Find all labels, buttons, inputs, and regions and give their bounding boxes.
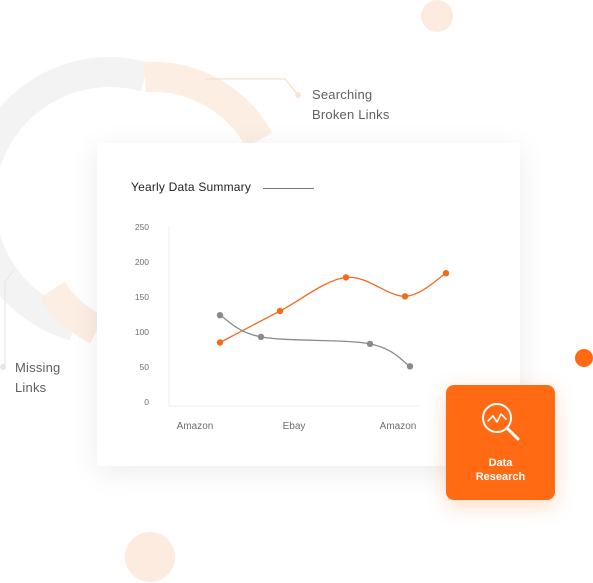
series-1-point [342, 274, 350, 281]
tile-label-line2: Research [475, 471, 526, 483]
series-1-point [216, 339, 224, 346]
series-1-point [276, 307, 284, 315]
series-2-point [366, 340, 374, 348]
magnifier-chart-icon [482, 403, 520, 441]
y-tick-label: 250 [135, 222, 149, 232]
y-tick-label: 100 [135, 327, 149, 337]
series-line-2 [219, 314, 411, 367]
x-tick-label: Amazon [380, 421, 417, 432]
series-1-point [442, 270, 450, 277]
y-tick-label: 50 [140, 362, 150, 372]
x-tick-label: Amazon [177, 421, 214, 432]
series-2-point [257, 333, 265, 341]
y-tick-label: 200 [135, 257, 149, 267]
data-research-button[interactable]: Data Research [446, 385, 555, 500]
tile-label-line1: Data [488, 457, 513, 469]
y-tick-label: 0 [144, 397, 149, 407]
series-line-1 [219, 272, 447, 344]
series-2-point [406, 363, 414, 370]
series-2-point [216, 312, 224, 319]
series-1-point [401, 293, 409, 300]
y-tick-label: 150 [135, 292, 149, 302]
tile-label: Data Research [446, 456, 555, 484]
x-tick-label: Ebay [283, 421, 306, 432]
